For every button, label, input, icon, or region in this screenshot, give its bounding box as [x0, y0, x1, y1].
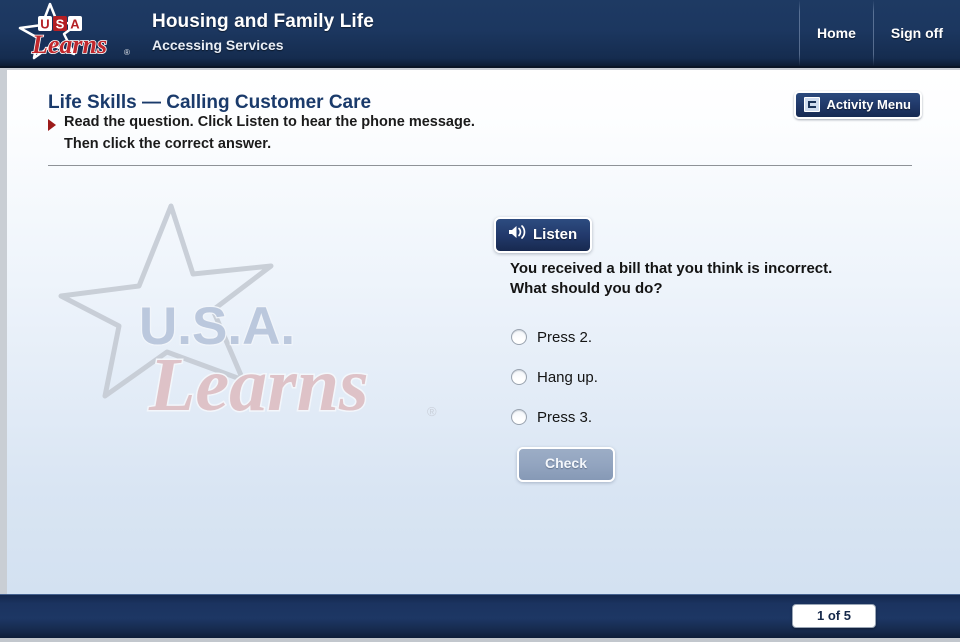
- watermark-reg-mark: ®: [427, 404, 437, 419]
- content-panel: Life Skills — Calling Customer Care Read…: [7, 70, 960, 594]
- header-nav: Home Sign off: [798, 0, 960, 66]
- footer-top-line: [0, 594, 960, 595]
- answer-option-1[interactable]: Press 2.: [511, 317, 598, 357]
- watermark-word-top: U.S.A.: [139, 297, 295, 356]
- section-divider: [48, 165, 912, 166]
- svg-text:Learns: Learns: [31, 30, 107, 59]
- site-footer: 1 of 5: [0, 594, 960, 638]
- course-title-block: Housing and Family Life Accessing Servic…: [152, 10, 374, 55]
- listen-button[interactable]: Listen: [494, 217, 593, 253]
- question-line-2: What should you do?: [510, 280, 663, 297]
- instruction-line-1: Read the question. Click Listen to hear …: [64, 114, 475, 130]
- answer-option-2-label: Hang up.: [537, 368, 598, 386]
- answer-options: Press 2. Hang up. Press 3.: [511, 317, 598, 437]
- answer-option-3[interactable]: Press 3.: [511, 397, 598, 437]
- instruction-bullet-icon: [48, 119, 56, 131]
- page-counter[interactable]: 1 of 5: [792, 604, 876, 628]
- usa-learns-logo-icon: U S A Learns ®: [18, 2, 130, 60]
- svg-text:®: ®: [124, 48, 130, 57]
- course-subtitle: Accessing Services: [152, 37, 284, 53]
- instruction-line-2: Then click the correct answer.: [64, 136, 272, 152]
- usa-learns-logo[interactable]: U S A Learns ®: [8, 0, 140, 68]
- listen-button-label: Listen: [533, 226, 578, 243]
- page-title: Life Skills — Calling Customer Care: [48, 92, 372, 113]
- check-button[interactable]: Check: [517, 447, 615, 482]
- question-line-1: You received a bill that you think is in…: [510, 260, 833, 277]
- menu-list-icon: [804, 97, 821, 112]
- activity-menu-label: Activity Menu: [826, 97, 911, 112]
- application-window: U S A Learns ® Housing and Family Life A…: [0, 0, 960, 642]
- window-bottom-edge: [0, 638, 960, 642]
- nav-sign-off[interactable]: Sign off: [874, 0, 960, 66]
- answer-option-2[interactable]: Hang up.: [511, 357, 598, 397]
- watermark-word-bottom: Learns: [148, 343, 369, 427]
- radio-button-icon[interactable]: [511, 409, 527, 425]
- site-header: U S A Learns ® Housing and Family Life A…: [0, 0, 960, 68]
- radio-button-icon[interactable]: [511, 369, 527, 385]
- speaker-icon: [507, 224, 526, 245]
- answer-option-3-label: Press 3.: [537, 408, 593, 426]
- activity-menu-button[interactable]: Activity Menu: [794, 91, 922, 119]
- radio-button-icon[interactable]: [511, 329, 527, 345]
- nav-home[interactable]: Home: [800, 0, 873, 66]
- answer-option-1-label: Press 2.: [537, 328, 593, 346]
- usa-learns-watermark: U.S.A. Learns ®: [43, 188, 463, 448]
- question-text: You received a bill that you think is in…: [510, 259, 910, 299]
- check-button-label: Check: [544, 455, 588, 471]
- watermark-graphic: U.S.A. Learns ®: [58, 203, 437, 429]
- course-title: Housing and Family Life: [152, 11, 374, 32]
